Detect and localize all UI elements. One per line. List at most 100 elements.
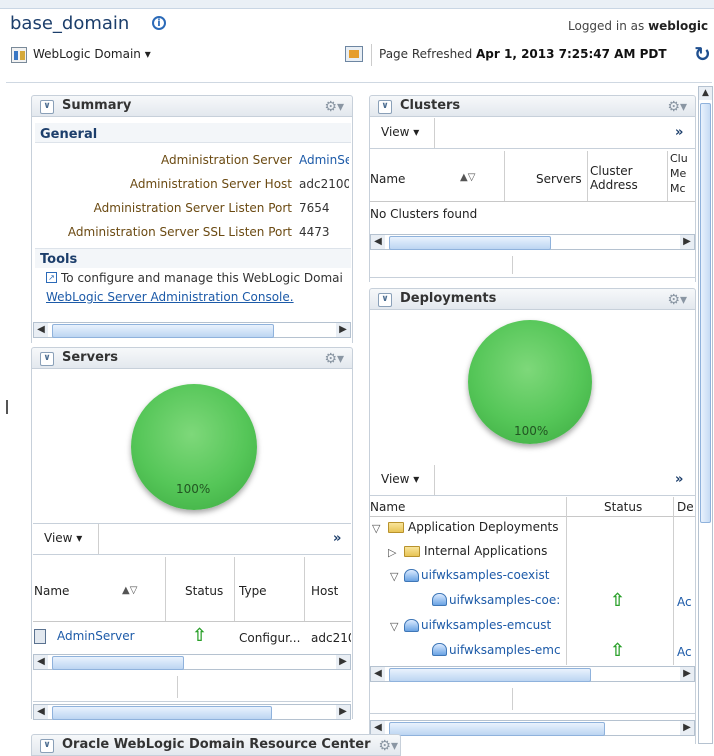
expand-toggle-icon[interactable]: ▽ [390,570,398,583]
refresh-settings-icon[interactable] [345,46,363,62]
column-host[interactable]: Host [311,584,338,598]
summary-value: adc2100: [299,177,349,191]
gear-icon[interactable]: ⚙▾ [324,349,344,369]
servers-panel-hscrollbar[interactable]: ◀ ▶ [33,704,351,720]
scroll-thumb[interactable] [700,103,711,523]
scroll-right-icon[interactable]: ▶ [680,667,694,681]
scroll-thumb[interactable] [389,668,591,682]
more-chevron-icon[interactable]: » [675,125,683,140]
collapse-chevron-icon[interactable]: ∨ [40,739,54,753]
column-name[interactable]: Name [370,172,405,186]
app-icon [432,643,447,656]
scroll-right-icon[interactable]: ▶ [336,655,350,669]
summary-value: 4473 [299,225,330,239]
deployment-extra[interactable]: Ac [677,645,695,659]
scroll-right-icon[interactable]: ▶ [680,235,694,249]
server-host: adc210 [311,631,351,645]
summary-value: 7654 [299,201,330,215]
column-deployment[interactable]: De [677,500,695,514]
server-name-link[interactable]: AdminServer [57,629,135,643]
logged-in-user[interactable]: weblogic [648,19,708,33]
page-vscrollbar[interactable]: ▲ [698,86,713,744]
tree-item-link[interactable]: uifwksamples-emcust [421,618,566,632]
scroll-thumb[interactable] [389,236,551,250]
column-status[interactable]: Status [604,500,642,514]
deployments-table-hscrollbar[interactable]: ◀ ▶ [370,666,695,682]
tree-item-label[interactable]: Internal Applications [424,544,566,558]
collapse-chevron-icon[interactable]: ∨ [40,100,54,114]
summary-panel-header: ∨ Summary ⚙▾ [31,95,353,117]
column-name[interactable]: Name [34,584,69,598]
servers-view-menu[interactable]: View ▾ [44,531,82,545]
clusters-hscrollbar[interactable]: ◀ ▶ [370,234,695,250]
app-icon [432,593,447,606]
expand-toggle-icon[interactable]: ▷ [388,546,396,559]
tree-item-link[interactable]: uifwksamples-coexist [421,568,566,582]
scroll-left-icon[interactable]: ◀ [34,655,48,669]
collapse-chevron-icon[interactable]: ∨ [40,352,54,366]
deployments-pie-label: 100% [514,424,549,438]
scroll-thumb[interactable] [52,656,184,670]
gear-icon[interactable]: ⚙▾ [324,97,344,117]
clusters-empty-text: No Clusters found [370,207,478,221]
admin-console-link[interactable]: WebLogic Server Administration Console. [46,290,294,304]
tools-text: To configure and manage this WebLogic Do… [61,271,343,285]
scroll-left-icon[interactable]: ◀ [34,323,48,337]
scroll-right-icon[interactable]: ▶ [680,721,694,735]
column-status[interactable]: Status [185,584,223,598]
column-cluster-address[interactable]: Cluster Address [590,164,642,192]
info-icon[interactable]: i [152,16,166,30]
collapse-chevron-icon[interactable]: ∨ [378,100,392,114]
arrow-up-icon: ⇧ [192,625,208,646]
tools-heading: Tools [40,252,78,267]
splitter-handle[interactable] [6,400,8,414]
gear-icon[interactable]: ⚙▾ [667,290,687,310]
scroll-left-icon[interactable]: ◀ [371,235,385,249]
expand-toggle-icon[interactable]: ▽ [372,522,380,535]
resource-center-panel-header: ∨ Oracle WebLogic Domain Resource Center… [31,734,401,756]
logged-in-status: Logged in as weblogic [568,19,708,33]
more-chevron-icon[interactable]: » [333,531,341,546]
column-type[interactable]: Type [239,584,267,598]
sort-icon[interactable]: ▲▽ [122,585,137,596]
scroll-left-icon[interactable]: ◀ [371,667,385,681]
column-cluster-members[interactable]: Clu Me Mc [670,151,694,196]
scroll-right-icon[interactable]: ▶ [336,323,350,337]
deployment-extra[interactable]: Ac [677,595,695,609]
deployments-panel-hscrollbar[interactable]: ◀ ▶ [370,720,695,736]
collapse-chevron-icon[interactable]: ∨ [378,293,392,307]
clusters-view-menu[interactable]: View ▾ [381,125,419,139]
scroll-right-icon[interactable]: ▶ [336,705,350,719]
server-type: Configur... [239,631,301,645]
domain-menu[interactable]: WebLogic Domain ▾ [33,47,151,61]
server-icon [34,629,46,644]
more-chevron-icon[interactable]: » [675,472,683,487]
servers-table-hscrollbar[interactable]: ◀ ▶ [33,654,351,670]
resource-center-title: Oracle WebLogic Domain Resource Center [62,737,371,752]
tree-item-link[interactable]: uifwksamples-coe: [449,593,564,607]
column-name[interactable]: Name [370,500,405,514]
sort-icon[interactable]: ▲▽ [460,172,475,183]
servers-title: Servers [62,350,119,365]
column-servers[interactable]: Servers [536,172,582,186]
summary-hscrollbar[interactable]: ◀ ▶ [33,322,351,338]
tree-item-link[interactable]: uifwksamples-emc [449,643,564,657]
refresh-icon[interactable]: ↻ [694,42,711,66]
deployments-view-menu[interactable]: View ▾ [381,472,419,486]
scroll-thumb[interactable] [52,324,274,338]
summary-value[interactable]: AdminSer [299,153,349,167]
gear-icon[interactable]: ⚙▾ [378,736,398,756]
tree-item-label[interactable]: Application Deployments [408,520,566,534]
divider [504,151,505,201]
scroll-left-icon[interactable]: ◀ [34,705,48,719]
arrow-up-icon: ⇧ [610,640,626,661]
gear-icon[interactable]: ⚙▾ [667,97,687,117]
deployments-table-header [370,497,695,517]
divider [667,151,668,201]
scroll-thumb[interactable] [389,722,605,736]
scroll-up-icon[interactable]: ▲ [699,87,712,100]
expand-toggle-icon[interactable]: ▽ [390,620,398,633]
scroll-thumb[interactable] [52,706,272,720]
divider [98,524,99,554]
scroll-left-icon[interactable]: ◀ [371,721,385,735]
